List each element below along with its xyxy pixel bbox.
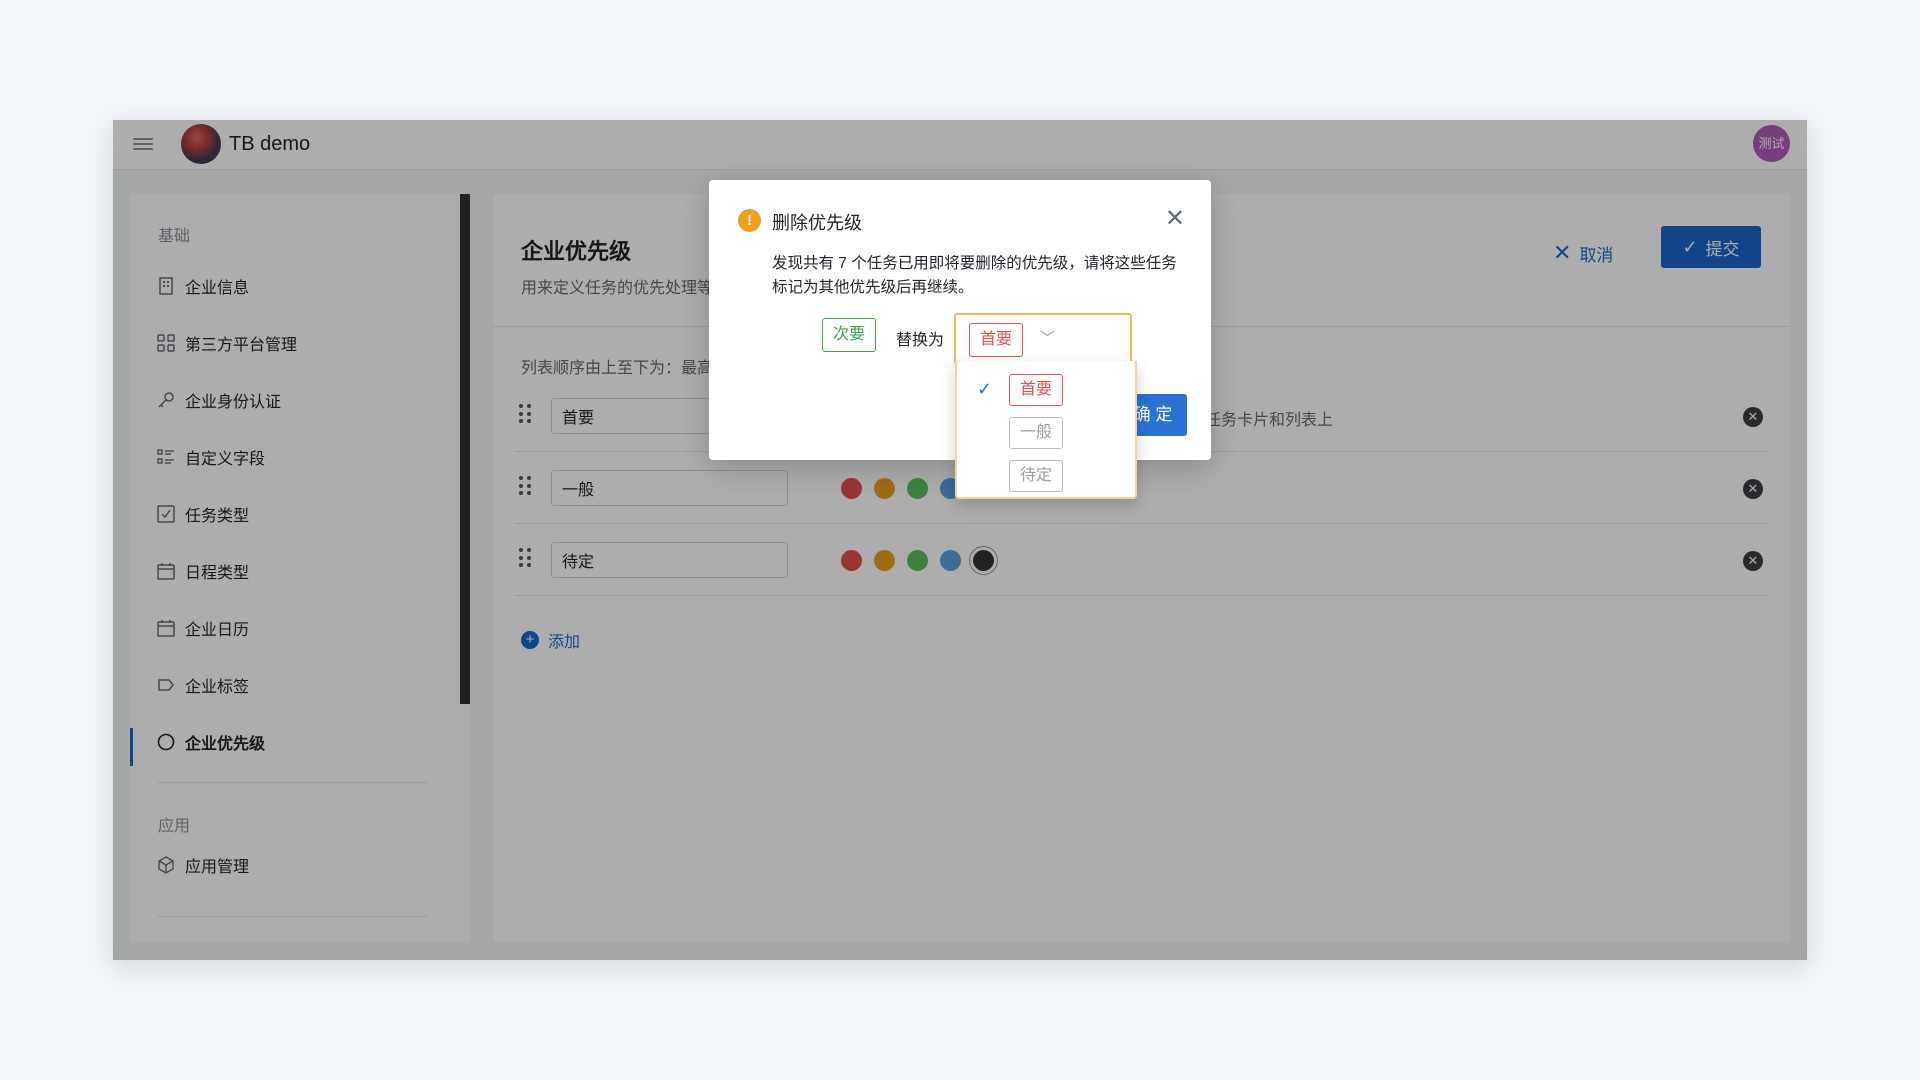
replace-label: 替换为 <box>896 332 945 349</box>
check-icon: ✓ <box>977 379 993 399</box>
dropdown-option[interactable]: 一般 <box>957 412 1135 454</box>
dialog-message: 发现共有 7 个任务已用即将要删除的优先级，请将这些任务标记为其他优先级后再继续… <box>772 255 1177 296</box>
option-tag: 首要 <box>1009 374 1064 406</box>
replacement-select[interactable]: 首要 ﹀ <box>954 313 1132 365</box>
dropdown-option[interactable]: ✓ 首要 <box>957 369 1135 411</box>
selected-tag: 首要 <box>969 323 1024 357</box>
chevron-down-icon: ﹀ <box>1040 330 1056 347</box>
close-icon[interactable]: ✕ <box>1165 204 1185 233</box>
dropdown-option[interactable]: 待定 <box>957 455 1135 497</box>
option-tag: 一般 <box>1009 417 1064 449</box>
warning-icon: ! <box>738 209 761 232</box>
dialog-title: 删除优先级 <box>772 213 862 233</box>
replacement-dropdown: ✓ 首要 一般 待定 <box>955 361 1137 499</box>
tag-label: 次要 <box>822 318 877 352</box>
source-priority-tag: 次要 <box>822 318 877 352</box>
option-tag: 待定 <box>1009 460 1064 492</box>
